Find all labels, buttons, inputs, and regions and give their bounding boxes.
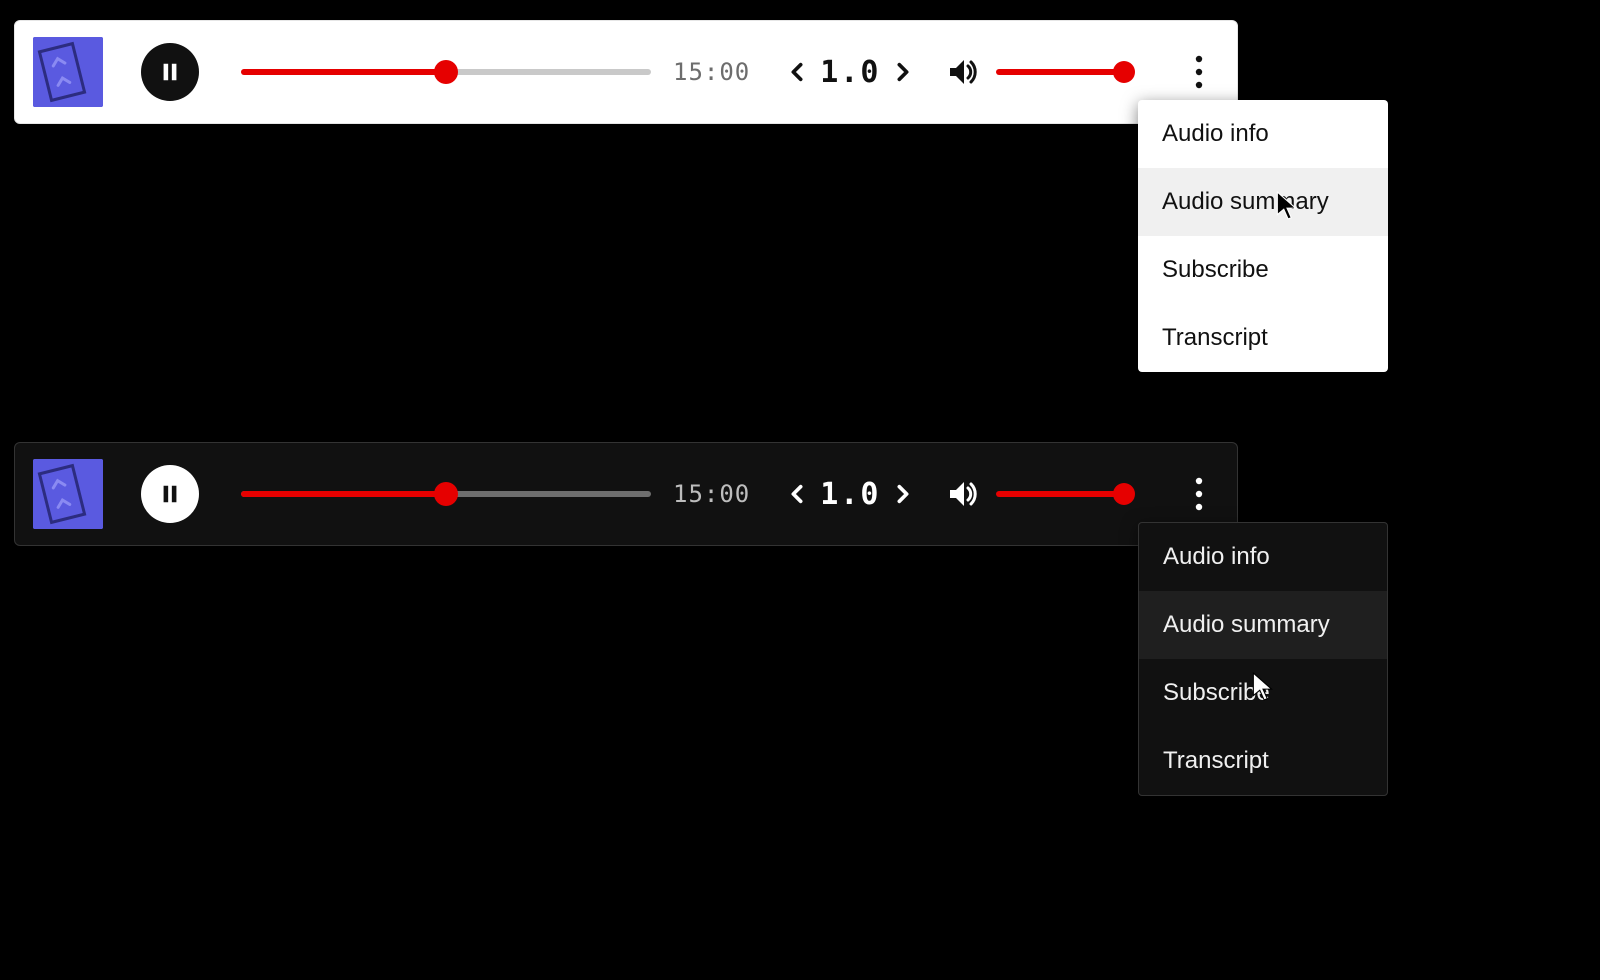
volume-icon xyxy=(946,476,982,512)
more-options-menu-dark: Audio infoAudio summarySubscribeTranscri… xyxy=(1138,522,1388,796)
more-vertical-icon xyxy=(1195,477,1203,511)
more-options-button[interactable] xyxy=(1179,52,1219,92)
progress-knob[interactable] xyxy=(434,482,458,506)
more-options-menu-light: Audio infoAudio summarySubscribeTranscri… xyxy=(1138,100,1388,372)
pause-button[interactable] xyxy=(141,465,199,523)
track-thumbnail[interactable] xyxy=(33,37,103,107)
speed-increase-button[interactable] xyxy=(892,479,914,509)
audio-player-light: 15:00 1.0 xyxy=(14,20,1238,124)
menu-item-subscribe[interactable]: Subscribe xyxy=(1139,659,1387,727)
progress-fill xyxy=(241,491,446,497)
menu-item-subscribe[interactable]: Subscribe xyxy=(1138,236,1388,304)
speed-value: 1.0 xyxy=(816,55,884,90)
pause-icon xyxy=(159,483,181,505)
more-options-button[interactable] xyxy=(1179,474,1219,514)
menu-item-transcript[interactable]: Transcript xyxy=(1138,304,1388,372)
time-display: 15:00 xyxy=(673,58,750,86)
chevron-left-icon xyxy=(786,479,808,509)
speed-control: 1.0 xyxy=(786,55,914,90)
chevron-right-icon xyxy=(892,57,914,87)
thumbnail-art-icon xyxy=(33,37,103,107)
time-display: 15:00 xyxy=(673,480,750,508)
pause-button[interactable] xyxy=(141,43,199,101)
speed-increase-button[interactable] xyxy=(892,57,914,87)
volume-track xyxy=(996,491,1124,497)
menu-item-audio-summary[interactable]: Audio summary xyxy=(1139,591,1387,659)
volume-control xyxy=(946,476,1124,512)
speed-control: 1.0 xyxy=(786,477,914,512)
volume-knob[interactable] xyxy=(1113,61,1135,83)
volume-icon xyxy=(946,54,982,90)
thumbnail-art-icon xyxy=(33,459,103,529)
track-thumbnail[interactable] xyxy=(33,459,103,529)
volume-button[interactable] xyxy=(946,54,982,90)
volume-track xyxy=(996,69,1124,75)
chevron-left-icon xyxy=(786,57,808,87)
menu-item-audio-info[interactable]: Audio info xyxy=(1139,523,1387,591)
progress-slider[interactable] xyxy=(241,480,651,508)
volume-slider[interactable] xyxy=(996,60,1124,84)
pause-icon xyxy=(159,61,181,83)
more-vertical-icon xyxy=(1195,55,1203,89)
progress-slider[interactable] xyxy=(241,58,651,86)
menu-item-audio-info[interactable]: Audio info xyxy=(1138,100,1388,168)
speed-value: 1.0 xyxy=(816,477,884,512)
speed-decrease-button[interactable] xyxy=(786,57,808,87)
progress-fill xyxy=(241,69,446,75)
volume-control xyxy=(946,54,1124,90)
volume-slider[interactable] xyxy=(996,482,1124,506)
menu-item-transcript[interactable]: Transcript xyxy=(1139,727,1387,795)
volume-button[interactable] xyxy=(946,476,982,512)
menu-item-audio-summary[interactable]: Audio summary xyxy=(1138,168,1388,236)
audio-player-dark: 15:00 1.0 xyxy=(14,442,1238,546)
chevron-right-icon xyxy=(892,479,914,509)
volume-knob[interactable] xyxy=(1113,483,1135,505)
progress-knob[interactable] xyxy=(434,60,458,84)
speed-decrease-button[interactable] xyxy=(786,479,808,509)
